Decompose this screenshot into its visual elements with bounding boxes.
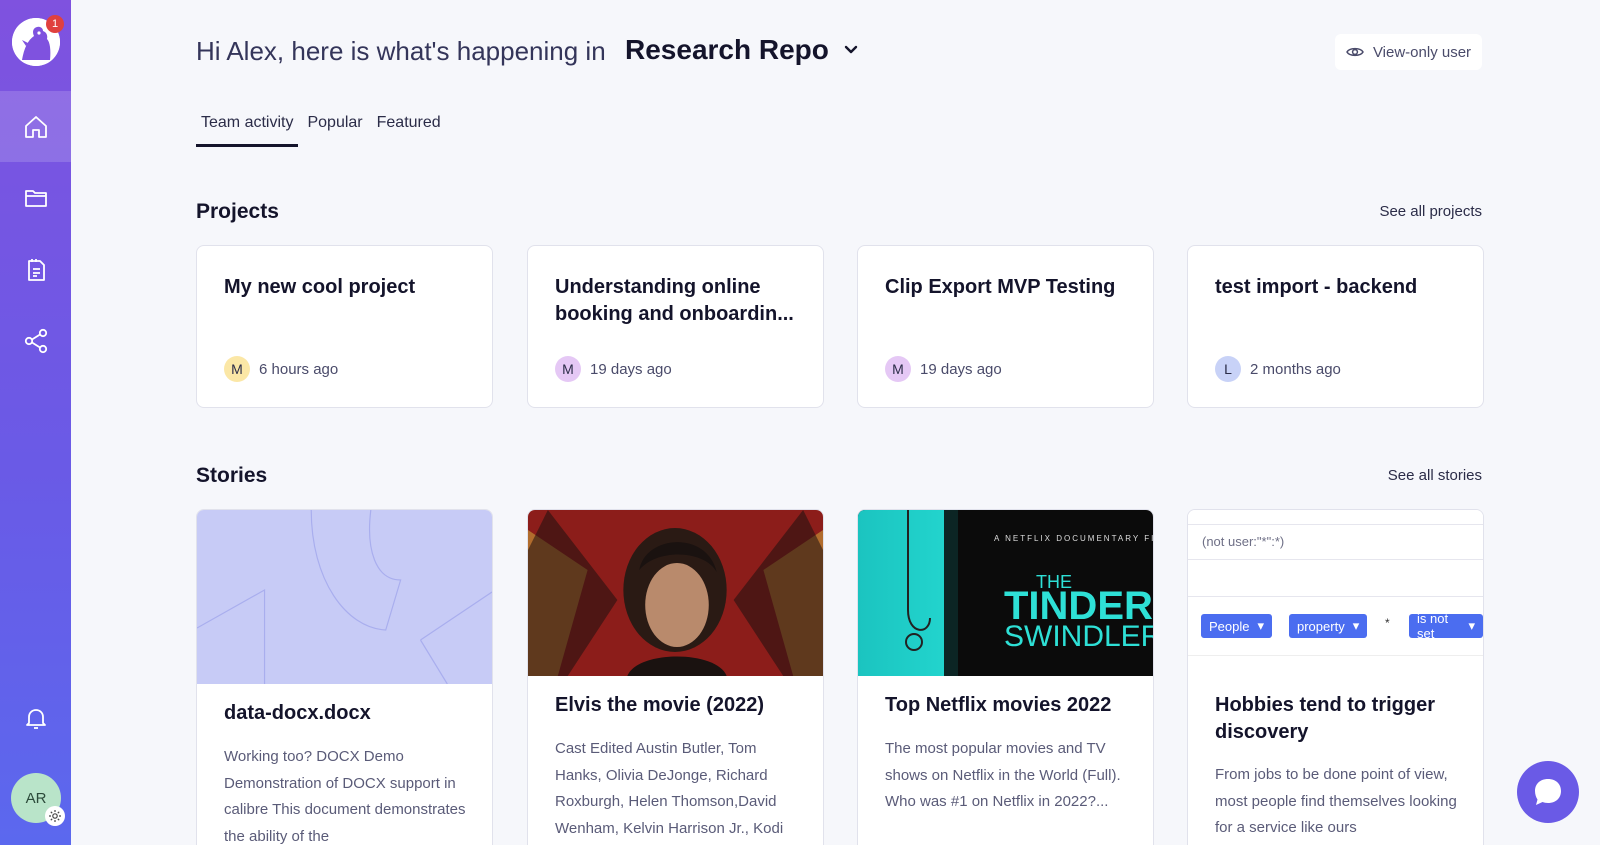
nav-share[interactable] xyxy=(0,305,71,376)
story-description: Working too? DOCX Demo Demonstration of … xyxy=(224,748,466,845)
chevron-down-icon xyxy=(844,45,858,54)
home-icon xyxy=(24,115,47,138)
eye-icon xyxy=(1346,47,1364,57)
project-card[interactable]: My new cool project M 6 hours ago xyxy=(196,245,493,408)
folder-icon xyxy=(24,189,47,207)
view-only-label: View-only user xyxy=(1372,43,1472,61)
filter-screenshot-image: (not user:"*":*) People ▾ property ▾ * i… xyxy=(1188,510,1483,656)
elvis-movie-poster-image xyxy=(528,510,823,676)
project-card[interactable]: Understanding online booking and onboard… xyxy=(527,245,824,408)
netflix-tagline: A NETFLIX DOCUMENTARY FI xyxy=(994,534,1153,543)
nav-home[interactable] xyxy=(0,91,71,162)
project-time: 6 hours ago xyxy=(259,360,339,378)
pill-label: property xyxy=(1297,618,1345,634)
story-title: Hobbies tend to trigger discovery xyxy=(1215,694,1435,743)
story-description: From jobs to be done point of view, most… xyxy=(1215,766,1457,836)
avatar: M xyxy=(224,356,250,382)
caret-down-icon: ▾ xyxy=(1257,618,1265,633)
avatar: L xyxy=(1215,356,1241,382)
query-text: (not user:"*":*) xyxy=(1202,534,1285,549)
see-all-stories-link[interactable]: See all stories xyxy=(1388,467,1482,484)
repo-name: Research Repo xyxy=(625,34,829,65)
project-time: 19 days ago xyxy=(590,360,672,378)
sidebar: 1 AR xyxy=(0,0,71,845)
project-meta: M 19 days ago xyxy=(885,356,1002,382)
project-meta: M 6 hours ago xyxy=(224,356,338,382)
notification-badge: 1 xyxy=(46,15,64,33)
story-description: Cast Edited Austin Butler, Tom Hanks, Ol… xyxy=(555,740,784,837)
project-title: Clip Export MVP Testing xyxy=(885,276,1116,298)
story-card[interactable]: data-docx.docx Working too? DOCX Demo De… xyxy=(196,509,493,845)
avatar: M xyxy=(555,356,581,382)
tab-featured[interactable]: Featured xyxy=(372,112,446,147)
caret-down-icon: ▾ xyxy=(1468,618,1475,633)
caret-down-icon: ▾ xyxy=(1352,618,1360,633)
projects-heading: Projects xyxy=(196,200,279,223)
gear-icon xyxy=(49,810,61,822)
filter-pill-is-not-set: is not set ▾ xyxy=(1409,611,1483,641)
tab-team-activity[interactable]: Team activity xyxy=(196,112,299,147)
fishing-hook-icon xyxy=(905,510,931,651)
poster-line-3: SWINDLER xyxy=(1004,620,1153,653)
story-card[interactable]: (not user:"*":*) People ▾ property ▾ * i… xyxy=(1187,509,1484,845)
story-card[interactable]: A NETFLIX DOCUMENTARY FI THE TINDER SWIN… xyxy=(857,509,1154,845)
settings-button[interactable] xyxy=(45,806,65,826)
project-card[interactable]: Clip Export MVP Testing M 19 days ago xyxy=(857,245,1154,408)
activity-tabs: Team activity Popular Featured xyxy=(196,112,450,147)
netflix-documentary-image: A NETFLIX DOCUMENTARY FI THE TINDER SWIN… xyxy=(858,510,1153,676)
project-title: test import - backend xyxy=(1215,276,1418,298)
share-icon xyxy=(24,328,47,353)
chat-button[interactable] xyxy=(1517,761,1579,823)
pill-label: is not set xyxy=(1417,611,1449,641)
filter-pill-people: People ▾ xyxy=(1201,614,1273,638)
view-only-badge: View-only user xyxy=(1335,34,1482,70)
filter-pill-property: property ▾ xyxy=(1289,614,1368,638)
document-icon xyxy=(27,258,45,281)
pill-label: People xyxy=(1209,618,1250,634)
nav-projects[interactable] xyxy=(0,162,71,233)
project-title: My new cool project xyxy=(224,276,416,298)
repo-switcher[interactable]: Research Repo xyxy=(625,34,861,66)
project-card[interactable]: test import - backend L 2 months ago xyxy=(1187,245,1484,408)
stories-heading: Stories xyxy=(196,464,268,487)
story-description: The most popular movies and TV shows on … xyxy=(885,740,1121,810)
story-title: Top Netflix movies 2022 xyxy=(885,694,1112,716)
see-all-projects-link[interactable]: See all projects xyxy=(1379,203,1482,220)
phone-edge xyxy=(944,510,958,676)
avatar: M xyxy=(885,356,911,382)
project-time: 19 days ago xyxy=(920,360,1002,378)
story-title: data-docx.docx xyxy=(224,702,371,724)
tab-popular[interactable]: Popular xyxy=(302,112,367,147)
project-time: 2 months ago xyxy=(1250,360,1341,378)
app-logo[interactable]: 1 xyxy=(12,15,64,66)
project-meta: M 19 days ago xyxy=(555,356,672,382)
nav-notifications[interactable] xyxy=(0,682,71,753)
filter-operator: * xyxy=(1385,616,1390,630)
story-card[interactable]: Elvis the movie (2022) Cast Edited Austi… xyxy=(527,509,824,845)
bell-icon xyxy=(25,708,46,729)
nav-stories[interactable] xyxy=(0,234,71,305)
greeting-text: Hi Alex, here is what's happening in xyxy=(196,36,606,66)
story-title: Elvis the movie (2022) xyxy=(555,694,764,716)
story-placeholder-image xyxy=(197,510,492,684)
project-title: Understanding online booking and onboard… xyxy=(555,276,794,325)
chat-icon xyxy=(1535,779,1561,805)
project-meta: L 2 months ago xyxy=(1215,356,1341,382)
